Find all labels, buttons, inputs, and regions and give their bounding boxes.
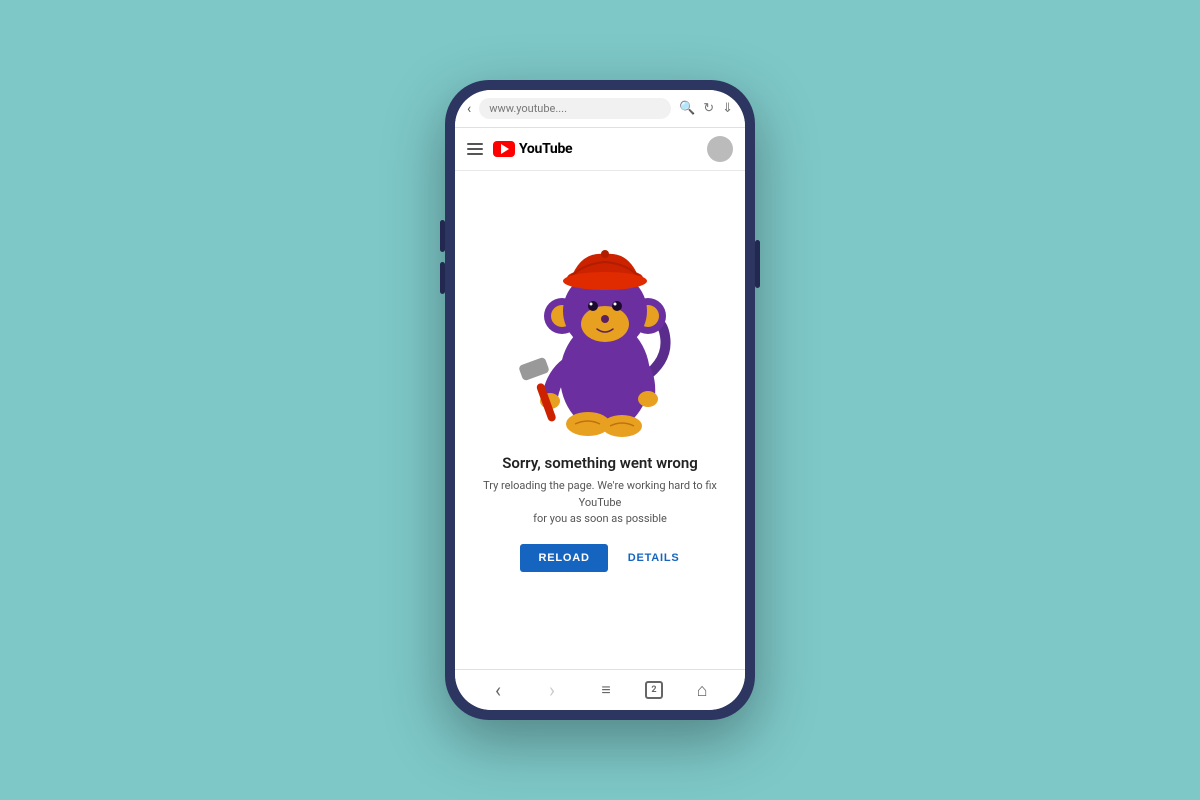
browser-address-bar: ‹ www.youtube.... 🔍 ↻ ⇓ (455, 90, 745, 128)
phone-frame: ‹ www.youtube.... 🔍 ↻ ⇓ YouTube (445, 80, 755, 720)
url-input[interactable]: www.youtube.... (479, 98, 671, 119)
hamburger-menu-button[interactable] (467, 143, 483, 155)
download-icon[interactable]: ⇓ (722, 101, 733, 116)
youtube-logo-text: YouTube (519, 141, 572, 157)
nav-tab-count[interactable]: 2 (645, 681, 663, 699)
youtube-logo[interactable]: YouTube (493, 141, 572, 157)
youtube-header: YouTube (455, 128, 745, 171)
reload-button[interactable]: RELOAD (520, 544, 607, 572)
user-avatar[interactable] (707, 136, 733, 162)
nav-home-icon[interactable]: ⌂ (687, 680, 717, 700)
hamburger-line (467, 148, 483, 150)
monkey-illustration (500, 186, 700, 446)
header-left: YouTube (467, 141, 572, 157)
browser-back-button[interactable]: ‹ (467, 101, 471, 117)
hamburger-line (467, 153, 483, 155)
nav-back-icon[interactable]: ‹ (483, 680, 513, 700)
refresh-icon[interactable]: ↻ (703, 101, 714, 116)
error-title: Sorry, something went wrong (502, 454, 697, 472)
nav-menu-icon[interactable]: ≡ (591, 680, 621, 700)
monkey-svg (500, 186, 700, 446)
bottom-navigation: ‹ › ≡ 2 ⌂ (455, 669, 745, 710)
volume-up-button[interactable] (440, 220, 445, 252)
power-button[interactable] (755, 240, 760, 288)
volume-down-button[interactable] (440, 262, 445, 294)
action-buttons: RELOAD DETAILS (520, 544, 679, 572)
youtube-play-icon (493, 141, 515, 157)
url-text: www.youtube.... (489, 102, 567, 115)
hamburger-line (467, 143, 483, 145)
search-icon[interactable]: 🔍 (679, 101, 695, 116)
error-subtitle: Try reloading the page. We're working ha… (475, 478, 725, 528)
error-content-area: Sorry, something went wrong Try reloadin… (455, 171, 745, 669)
details-button[interactable]: DETAILS (628, 552, 680, 564)
browser-action-icons: 🔍 ↻ ⇓ (679, 101, 733, 116)
phone-screen: ‹ www.youtube.... 🔍 ↻ ⇓ YouTube (455, 90, 745, 710)
nav-forward-icon[interactable]: › (537, 680, 567, 700)
